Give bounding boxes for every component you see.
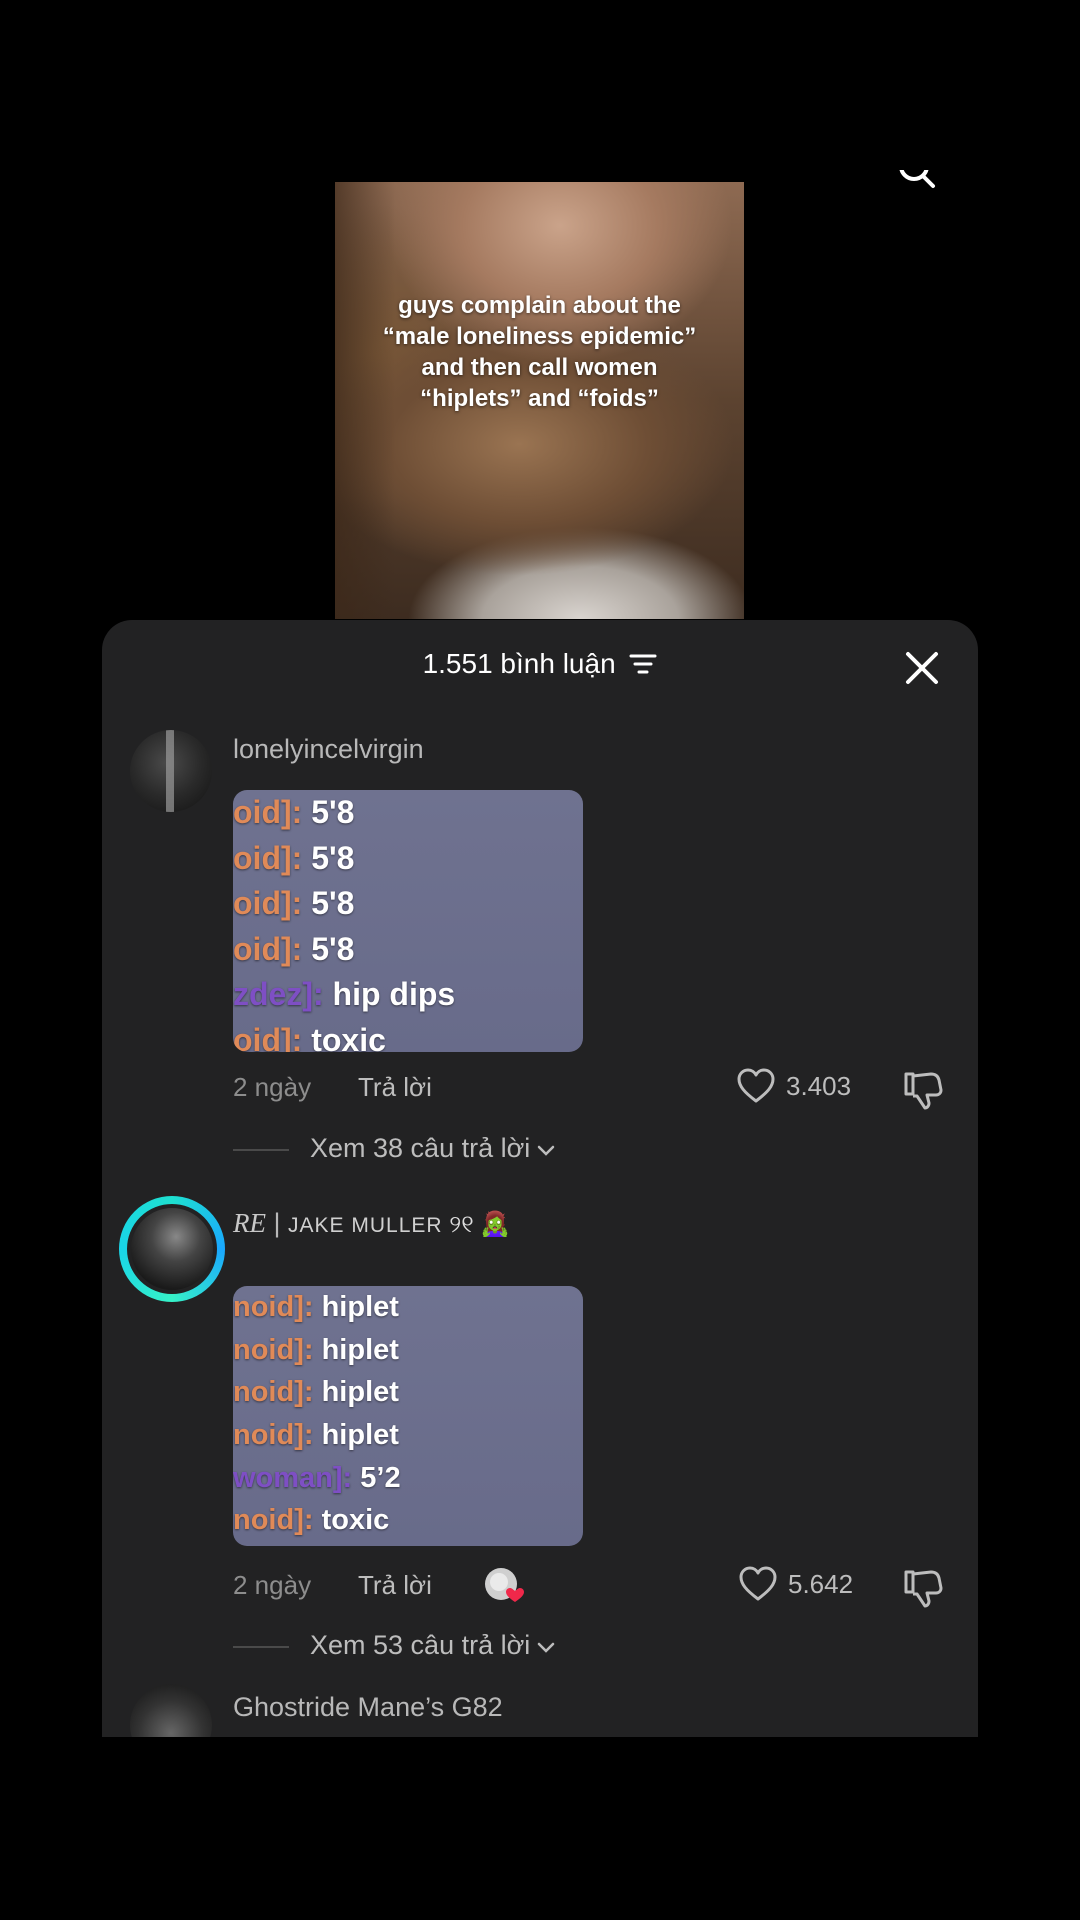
comment-meta: 2 ngày Trả lời 3.403 bbox=[233, 1068, 978, 1110]
comment-username[interactable]: RE | JAKE MULLER ୨୧ 🧟‍♀️ bbox=[233, 1208, 510, 1239]
chat-line: oid]: 5'8 bbox=[233, 836, 583, 882]
chat-tag: oid]: bbox=[233, 794, 312, 830]
divider-line bbox=[233, 1646, 289, 1648]
chat-tag: oid]: bbox=[233, 839, 312, 876]
creator-liked-icon bbox=[483, 1566, 524, 1606]
chat-line: oid]: 5'8 bbox=[233, 927, 583, 973]
chat-tag: noid]: bbox=[233, 1419, 322, 1452]
comments-count-title: 1.551 bình luận bbox=[102, 648, 978, 682]
comment-image[interactable]: oid]: 5'8 oid]: 5'8 oid]: 5'8 oid]: 5'8 … bbox=[233, 790, 583, 1052]
close-icon[interactable] bbox=[904, 650, 940, 686]
comment-username[interactable]: lonelyincelvirgin bbox=[233, 734, 424, 765]
caption-line: “hiplets” and “foids” bbox=[420, 385, 659, 412]
chat-msg: toxic bbox=[321, 1504, 390, 1537]
chat-tag: zdez]: bbox=[233, 976, 333, 1012]
chat-tag: oid]: bbox=[233, 1021, 312, 1053]
chat-msg: hip dips bbox=[332, 976, 456, 1012]
avatar-story-ring[interactable] bbox=[119, 1196, 225, 1302]
comments-sheet: 1.551 bình luận lonelyincelvirgin oid]: … bbox=[102, 620, 978, 1737]
chat-line: noid]: hiplet bbox=[233, 1286, 583, 1329]
sort-filter-icon[interactable] bbox=[629, 650, 657, 682]
video-thumbnail[interactable]: guys complain about the “male loneliness… bbox=[335, 182, 744, 619]
caption-line: and then call women bbox=[421, 354, 658, 381]
chat-line: oid]: 5'8 bbox=[233, 881, 583, 927]
chat-tag: noid]: bbox=[233, 1376, 322, 1409]
chevron-down-icon bbox=[536, 1134, 556, 1165]
like-count: 5.642 bbox=[788, 1568, 854, 1599]
comment-meta: 2 ngày Trả lời 5.642 bbox=[233, 1566, 978, 1608]
chat-msg: hiplet bbox=[321, 1419, 399, 1452]
chat-msg: toxic bbox=[311, 1021, 386, 1053]
chat-msg: 5’2 bbox=[360, 1461, 401, 1494]
chat-msg: 5'8 bbox=[311, 839, 355, 876]
chat-msg: 5'8 bbox=[311, 885, 355, 921]
avatar bbox=[127, 1204, 217, 1294]
chat-line: noid]: toxic bbox=[233, 1499, 583, 1542]
avatar[interactable] bbox=[130, 730, 212, 812]
dislike-icon[interactable] bbox=[901, 1566, 945, 1610]
like-button[interactable]: 5.642 bbox=[738, 1566, 853, 1602]
caption-line: “male loneliness epidemic” bbox=[382, 323, 697, 350]
username-prefix: RE bbox=[233, 1208, 266, 1238]
chat-tag: noid]: bbox=[233, 1333, 322, 1366]
reply-button[interactable]: Trả lời bbox=[358, 1072, 432, 1103]
chat-tag: oid]: bbox=[233, 885, 312, 921]
divider-line bbox=[233, 1149, 289, 1151]
comments-count: 1.551 bình luận bbox=[422, 648, 616, 679]
chat-tag: woman]: bbox=[233, 1461, 361, 1494]
like-count: 3.403 bbox=[786, 1070, 852, 1101]
username-symbols: ୨୧ 🧟‍♀️ bbox=[442, 1211, 511, 1238]
sheet-header: 1.551 bình luận bbox=[102, 620, 978, 714]
chat-line: noid]: hiplet bbox=[233, 1371, 583, 1414]
search-icon[interactable] bbox=[896, 170, 936, 190]
comment-image[interactable]: noid]: hiplet noid]: hiplet noid]: hiple… bbox=[233, 1286, 583, 1546]
caption-line: guys complain about the bbox=[398, 292, 681, 319]
chat-tag: noid]: bbox=[233, 1291, 322, 1323]
video-caption: guys complain about the “male loneliness… bbox=[335, 290, 744, 414]
chat-tag: oid]: bbox=[233, 930, 312, 967]
view-replies-label: Xem 38 câu trả lời bbox=[310, 1133, 531, 1163]
chat-msg: 5'8 bbox=[311, 930, 355, 967]
chevron-down-icon bbox=[536, 1631, 556, 1662]
chat-line: noid]: hiplet bbox=[233, 1329, 583, 1372]
username-name: JAKE MULLER bbox=[288, 1214, 443, 1237]
heart-icon bbox=[737, 1068, 775, 1103]
dislike-icon[interactable] bbox=[901, 1068, 945, 1112]
chat-line: noid]: hiplet bbox=[233, 1414, 583, 1457]
chat-msg: hiplet bbox=[321, 1376, 399, 1409]
chat-msg: 5'8 bbox=[311, 794, 355, 830]
chat-msg: hiplet bbox=[321, 1291, 399, 1323]
chat-line: oid]: 5'8 bbox=[233, 790, 583, 836]
reply-button[interactable]: Trả lời bbox=[358, 1570, 432, 1601]
heart-icon bbox=[739, 1566, 777, 1601]
chat-line: woman]: 5’2 bbox=[233, 1457, 583, 1500]
comment-time: 2 ngày bbox=[233, 1570, 312, 1600]
comment-username[interactable]: Ghostride Mane’s G82 bbox=[233, 1692, 503, 1723]
chat-line: oid]: toxic bbox=[233, 1018, 583, 1053]
view-replies-label: Xem 53 câu trả lời bbox=[310, 1630, 531, 1660]
like-button[interactable]: 3.403 bbox=[736, 1068, 851, 1104]
comment-time: 2 ngày bbox=[233, 1072, 312, 1102]
chat-tag: noid]: bbox=[233, 1504, 322, 1537]
chat-msg: hiplet bbox=[321, 1333, 399, 1366]
avatar[interactable] bbox=[130, 1684, 212, 1737]
chat-line: zdez]: hip dips bbox=[233, 972, 583, 1018]
username-separator: | bbox=[266, 1208, 289, 1238]
